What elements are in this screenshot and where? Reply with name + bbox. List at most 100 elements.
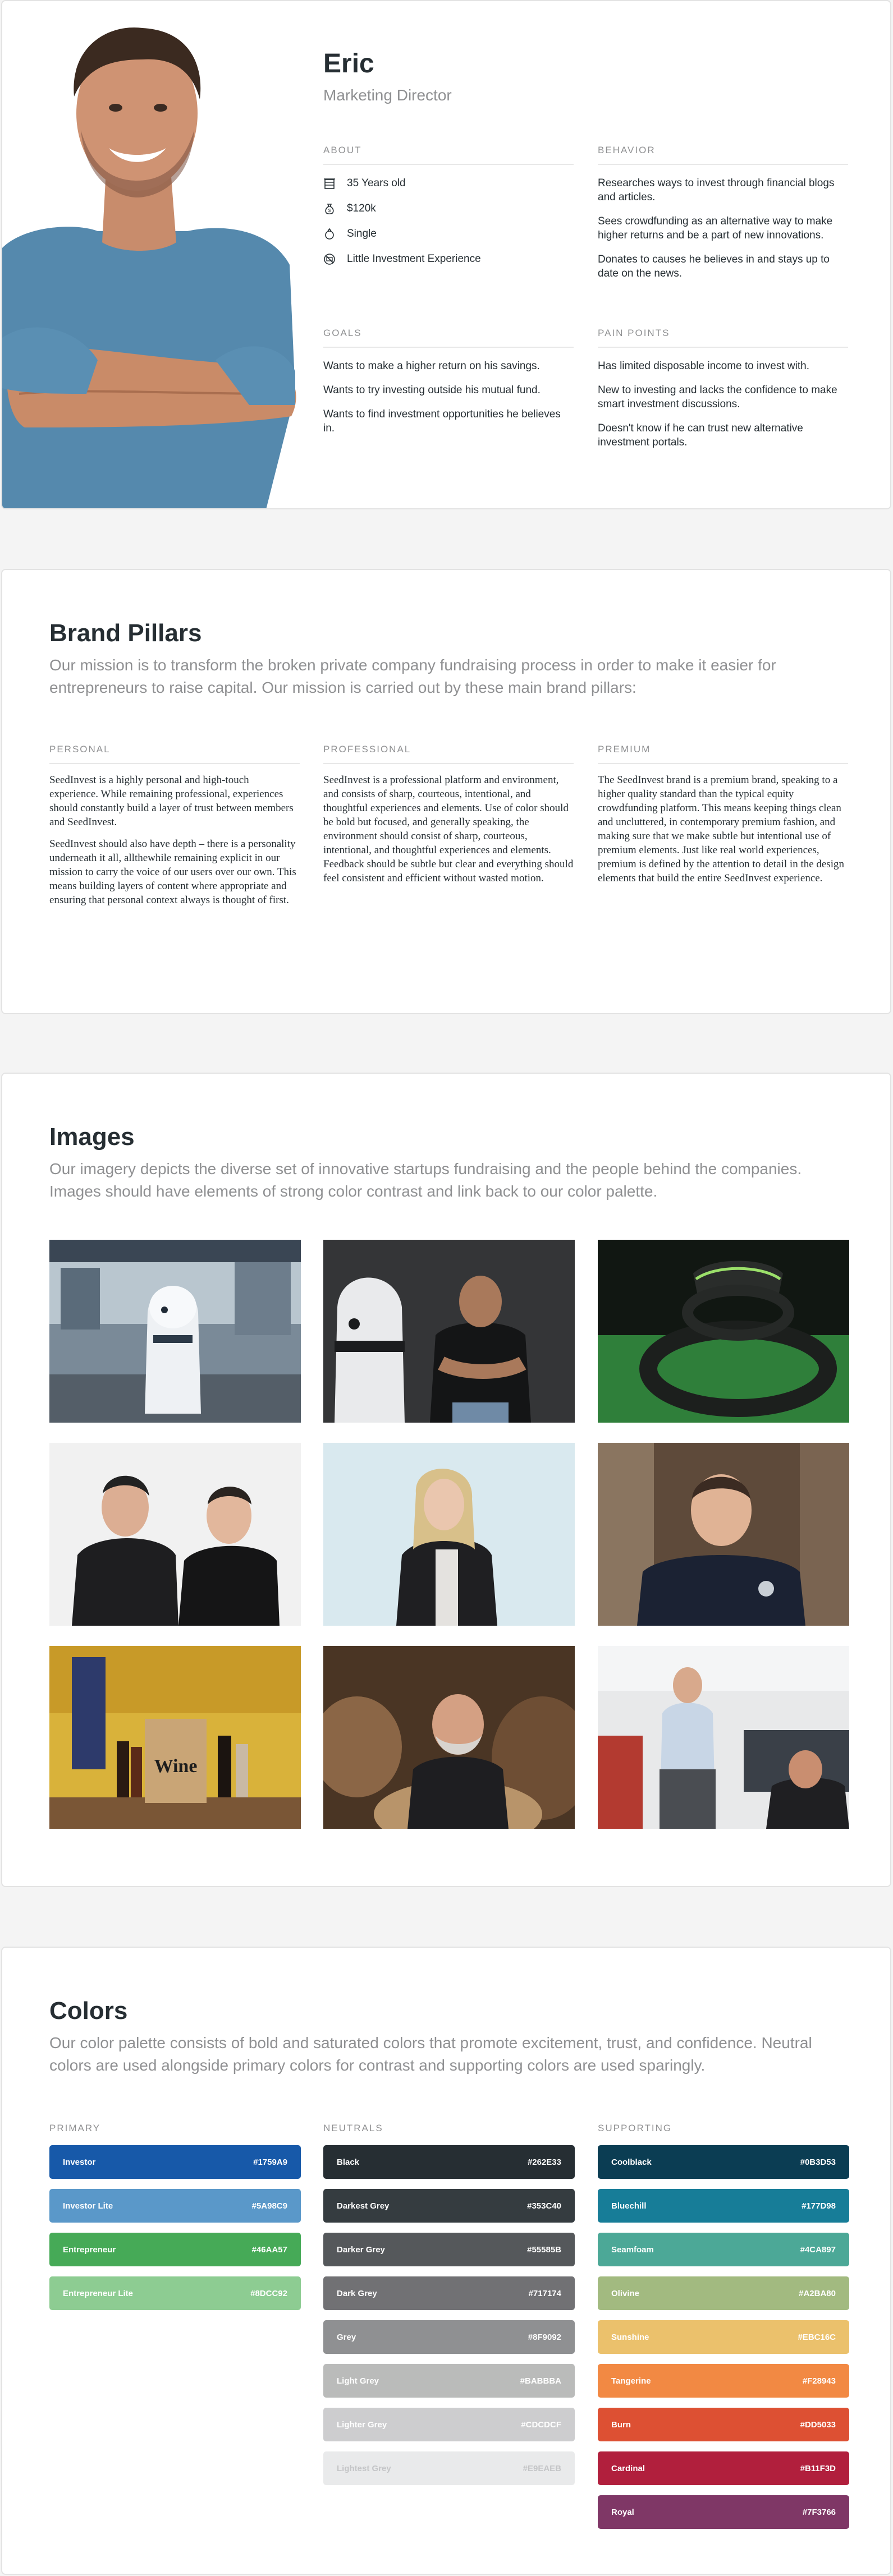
no-cash-icon (324, 253, 335, 265)
about-text: $120k (347, 203, 376, 214)
swatch-hex: #DD5033 (800, 2419, 836, 2430)
goal-item: Wants to try investing outside his mutua… (323, 384, 541, 396)
primary-swatch-list: Investor #1759A9 Investor Lite #5A98C9 Entre… (49, 2145, 301, 2310)
swatch-name: Lightest Grey (337, 2463, 391, 2473)
swatch-hex: #177D98 (802, 2201, 836, 2211)
swatch-name: Light Grey (337, 2376, 379, 2386)
swatch-name: Sunshine (611, 2332, 649, 2342)
color-swatch-investor-lite: Investor Lite #5A98C9 (49, 2189, 301, 2223)
pain-point-item: Has limited disposable income to invest … (598, 360, 810, 372)
color-swatch-darker-grey: Darker Grey #55585B (323, 2233, 575, 2266)
persona-role: Marketing Director (323, 86, 452, 104)
swatch-name: Royal (611, 2507, 634, 2517)
swatch-hex: #0B3D53 (800, 2157, 836, 2167)
about-item-income: $ $120k (323, 201, 574, 215)
colors-subtitle: Our color palette consists of bold and s… (49, 2034, 812, 2074)
pillar-professional: PROFESSIONAL SeedInvest is a professiona… (323, 744, 574, 885)
color-swatch-bluechill: Bluechill #177D98 (598, 2189, 849, 2223)
swatch-name: Burn (611, 2419, 631, 2430)
swatch-hex: #8DCC92 (250, 2288, 287, 2298)
swatch-name: Dark Grey (337, 2288, 377, 2298)
about-text: Single (347, 228, 377, 240)
primary-colors: PRIMARY Investor #1759A9 Investor Lite #5A9… (49, 2123, 301, 2320)
pain-points-section: PAIN POINTS Has limited disposable incom… (598, 328, 848, 459)
swatch-hex: #262E33 (527, 2157, 561, 2167)
color-swatch-burn: Burn #DD5033 (598, 2408, 849, 2441)
about-text: Little Investment Experience (347, 253, 481, 265)
winery-barrels-photo (323, 1646, 575, 1829)
swatch-name: Bluechill (611, 2201, 647, 2211)
swatch-hex: #7F3766 (802, 2507, 836, 2517)
images-card: Images Our imagery depicts the diverse s… (1, 1073, 891, 1887)
swatch-name: Darker Grey (337, 2244, 385, 2255)
color-swatch-black: Black #262E33 (323, 2145, 575, 2179)
color-swatch-olivine: Olivine #A2BA80 (598, 2276, 849, 2310)
swatch-name: Cardinal (611, 2463, 645, 2473)
office-team-photo (598, 1646, 849, 1829)
security-robot-street-photo (49, 1240, 301, 1423)
pain-point-item: New to investing and lacks the confidenc… (598, 384, 837, 410)
brand-pillars-subtitle: Our mission is to transform the broken p… (49, 656, 776, 696)
color-swatch-lighter-grey: Lighter Grey #CDCDCF (323, 2408, 575, 2441)
swatch-hex: #4CA897 (800, 2244, 836, 2255)
wine-bottles-photo: Wine (49, 1646, 301, 1829)
svg-text:$: $ (328, 208, 331, 213)
woman-leather-jacket-photo (323, 1443, 575, 1626)
supporting-heading: SUPPORTING (598, 2123, 672, 2133)
swatch-name: Investor Lite (63, 2201, 113, 2211)
swatch-hex: #F28943 (802, 2376, 836, 2386)
swatch-hex: #1759A9 (253, 2157, 287, 2167)
persona-photo (2, 1, 299, 508)
color-swatch-darkest-grey: Darkest Grey #353C40 (323, 2189, 575, 2223)
swatch-hex: #BABBBA (520, 2376, 561, 2386)
color-swatch-royal: Royal #7F3766 (598, 2495, 849, 2529)
pillar-personal: PERSONAL SeedInvest is a highly personal… (49, 744, 300, 907)
about-item-age: 35 Years old (323, 176, 574, 190)
swatch-name: Coolblack (611, 2157, 652, 2167)
neutrals-heading: NEUTRALS (323, 2123, 383, 2133)
swatch-hex: #EBC16C (798, 2332, 836, 2342)
neutral-swatch-list: Black #262E33 Darkest Grey #353C40 Darker Gr… (323, 2145, 575, 2485)
swatch-hex: #CDCDCF (521, 2419, 561, 2430)
wine-bag-label: Wine (154, 1756, 198, 1777)
swatch-name: Investor (63, 2157, 96, 2167)
swatch-hex: #E9EAEB (523, 2463, 561, 2473)
images-subtitle: Our imagery depicts the diverse set of i… (49, 1160, 802, 1200)
pain-points-heading: PAIN POINTS (598, 328, 848, 348)
goal-item: Wants to find investment opportunities h… (323, 408, 561, 434)
supporting-colors: SUPPORTING Coolblack #0B3D53 Bluechill #177… (598, 2123, 849, 2539)
behavior-item: Donates to causes he believes in and sta… (598, 254, 830, 279)
color-swatch-grey: Grey #8F9092 (323, 2320, 575, 2354)
about-text: 35 Years old (347, 177, 406, 189)
swatch-hex: #55585B (527, 2244, 561, 2255)
goals-heading: GOALS (323, 328, 574, 348)
swatch-name: Black (337, 2157, 360, 2167)
brand-pillars-card: Brand Pillars Our mission is to transfor… (1, 569, 891, 1014)
persona-card: Eric Marketing Director ABOUT 35 Years o… (1, 0, 891, 509)
building-icon (324, 178, 335, 189)
vr-ride-device-photo (598, 1240, 849, 1423)
swatch-hex: #353C40 (527, 2201, 561, 2211)
swatch-hex: #5A98C9 (251, 2201, 287, 2211)
color-swatch-seamfoam: Seamfoam #4CA897 (598, 2233, 849, 2266)
behavior-heading: BEHAVIOR (598, 145, 848, 165)
money-bag-icon: $ (325, 203, 334, 214)
swatch-hex: #46AA57 (251, 2244, 287, 2255)
behavior-item: Researches ways to invest through financ… (598, 177, 835, 203)
color-swatch-entrepreneur: Entrepreneur #46AA57 (49, 2233, 301, 2266)
color-swatch-cardinal: Cardinal #B11F3D (598, 2451, 849, 2485)
pillar-heading: PERSONAL (49, 744, 300, 764)
about-section: ABOUT 35 Years old $ $120k Single Little… (323, 145, 574, 277)
swatch-hex: #B11F3D (800, 2463, 836, 2473)
color-swatch-investor: Investor #1759A9 (49, 2145, 301, 2179)
man-in-office-photo (598, 1443, 849, 1626)
behavior-section: BEHAVIOR Researches ways to invest throu… (598, 145, 848, 291)
swatch-hex: #A2BA80 (799, 2288, 836, 2298)
primary-heading: PRIMARY (49, 2123, 101, 2133)
pillar-premium: PREMIUM The SeedInvest brand is a premiu… (598, 744, 848, 885)
swatch-name: Olivine (611, 2288, 640, 2298)
swatch-name: Seamfoam (611, 2244, 654, 2255)
swatch-hex: #8F9092 (528, 2332, 561, 2342)
pillar-text: SeedInvest is a professional platform an… (323, 774, 574, 884)
color-swatch-lightest-grey: Lightest Grey #E9EAEB (323, 2451, 575, 2485)
